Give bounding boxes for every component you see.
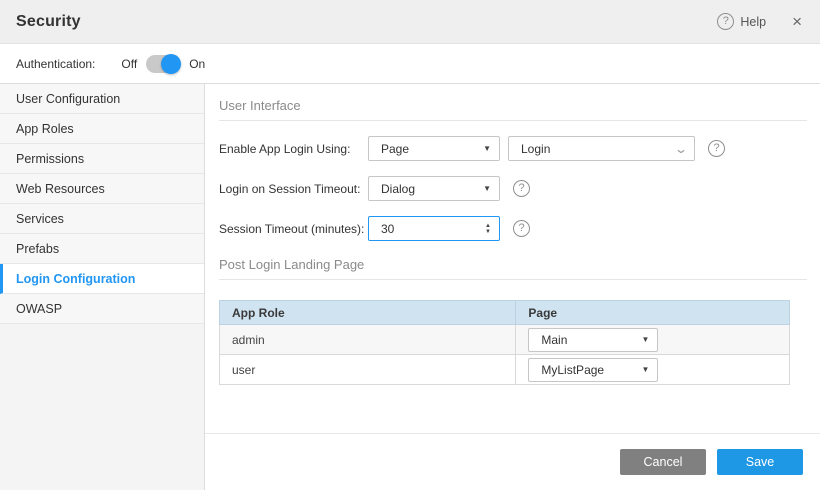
post-login-landing-table: App Role Page admin Main ▼: [219, 300, 790, 385]
table-row: user MyListPage ▼: [220, 355, 790, 385]
column-header-page: Page: [516, 301, 790, 325]
sidebar-item-web-resources[interactable]: Web Resources: [0, 174, 204, 204]
landing-page-value: Main: [541, 333, 635, 347]
table-row: admin Main ▼: [220, 325, 790, 355]
chevron-down-icon: ⌄: [674, 142, 688, 156]
section-title-user-interface: User Interface: [219, 98, 807, 113]
enable-app-login-row: Enable App Login Using: Page ▼ Login ⌄ ?: [219, 136, 807, 161]
sidebar-item-permissions[interactable]: Permissions: [0, 144, 204, 174]
dialog-header: Security ? Help ×: [0, 0, 820, 44]
section-divider: [219, 279, 807, 280]
enable-app-login-help-icon[interactable]: ?: [708, 140, 725, 157]
sidebar-item-prefabs[interactable]: Prefabs: [0, 234, 204, 264]
enable-app-login-label: Enable App Login Using:: [219, 142, 368, 156]
login-on-timeout-label: Login on Session Timeout:: [219, 182, 368, 196]
login-on-timeout-row: Login on Session Timeout: Dialog ▼ ?: [219, 176, 807, 201]
sidebar-item-login-configuration[interactable]: Login Configuration: [0, 264, 204, 294]
help-icon[interactable]: ?: [717, 13, 734, 30]
login-on-timeout-help-icon[interactable]: ?: [513, 180, 530, 197]
login-type-value: Page: [381, 142, 477, 156]
caret-down-icon: ▼: [641, 365, 649, 374]
session-timeout-row: Session Timeout (minutes): ▲ ▼ ?: [219, 216, 807, 241]
authentication-bar: Authentication: Off On: [0, 44, 820, 84]
landing-page-select-admin[interactable]: Main ▼: [528, 328, 658, 352]
number-stepper[interactable]: ▲ ▼: [485, 223, 491, 235]
help-button[interactable]: ? Help: [717, 13, 766, 30]
timeout-mode-value: Dialog: [381, 182, 477, 196]
caret-down-icon: ▼: [641, 335, 649, 344]
login-page-value: Login: [521, 142, 670, 156]
sidebar-item-owasp[interactable]: OWASP: [0, 294, 204, 324]
landing-page-value: MyListPage: [541, 363, 635, 377]
sidebar-item-user-configuration[interactable]: User Configuration: [0, 84, 204, 114]
login-page-combobox[interactable]: Login ⌄: [508, 136, 695, 161]
authentication-toggle[interactable]: [146, 55, 180, 73]
help-label[interactable]: Help: [740, 15, 766, 29]
save-button[interactable]: Save: [717, 449, 803, 475]
timeout-mode-select[interactable]: Dialog ▼: [368, 176, 500, 201]
app-role-cell: admin: [220, 325, 516, 355]
authentication-label: Authentication:: [16, 57, 95, 71]
settings-sidebar: User Configuration App Roles Permissions…: [0, 84, 205, 490]
table-header-row: App Role Page: [220, 301, 790, 325]
page-title: Security: [16, 13, 81, 31]
cancel-button[interactable]: Cancel: [620, 449, 706, 475]
login-configuration-panel: User Interface Enable App Login Using: P…: [205, 84, 820, 490]
session-timeout-input[interactable]: [381, 222, 485, 236]
session-timeout-input-wrap: ▲ ▼: [368, 216, 500, 241]
landing-page-select-user[interactable]: MyListPage ▼: [528, 358, 658, 382]
stepper-down-icon[interactable]: ▼: [485, 229, 491, 235]
close-icon[interactable]: ×: [792, 13, 802, 30]
toggle-knob[interactable]: [161, 54, 181, 74]
caret-down-icon: ▼: [483, 144, 491, 153]
dialog-body: User Configuration App Roles Permissions…: [0, 84, 820, 490]
sidebar-item-services[interactable]: Services: [0, 204, 204, 234]
security-dialog: Security ? Help × Authentication: Off On…: [0, 0, 820, 490]
section-divider: [219, 120, 807, 121]
sidebar-item-app-roles[interactable]: App Roles: [0, 114, 204, 144]
session-timeout-label: Session Timeout (minutes):: [219, 222, 368, 236]
caret-down-icon: ▼: [483, 184, 491, 193]
session-timeout-help-icon[interactable]: ?: [513, 220, 530, 237]
dialog-footer: Cancel Save: [205, 433, 820, 490]
toggle-off-label: Off: [121, 57, 137, 71]
column-header-app-role: App Role: [220, 301, 516, 325]
section-title-post-login: Post Login Landing Page: [219, 257, 807, 272]
app-role-cell: user: [220, 355, 516, 385]
toggle-on-label: On: [189, 57, 205, 71]
login-type-select[interactable]: Page ▼: [368, 136, 500, 161]
